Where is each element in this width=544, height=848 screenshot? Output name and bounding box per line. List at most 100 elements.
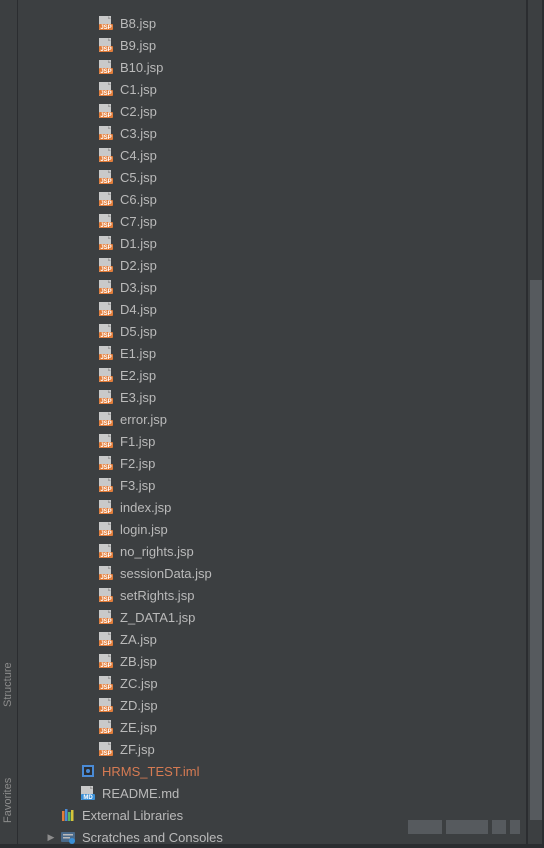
tree-item[interactable]: HRMS_TEST.iml [18,760,526,782]
tree-item[interactable]: JSP index.jsp [18,496,526,518]
tree-item-label: ZC.jsp [120,676,158,691]
jsp-file-icon: JSP [98,191,114,207]
svg-text:JSP: JSP [100,575,111,581]
svg-text:JSP: JSP [100,619,111,625]
jsp-file-icon: JSP [98,147,114,163]
jsp-file-icon: JSP [98,367,114,383]
tree-item[interactable]: JSPD2.jsp [18,254,526,276]
status-seg [492,820,506,834]
tool-tab-structure[interactable]: Structure [0,640,18,730]
svg-text:JSP: JSP [100,531,111,537]
svg-text:JSP: JSP [100,751,111,757]
tree-item[interactable]: JSP setRights.jsp [18,584,526,606]
jsp-file-icon: JSP [98,37,114,53]
tree-item-label: ZB.jsp [120,654,157,669]
svg-text:JSP: JSP [100,597,111,603]
tree-item[interactable]: JSP ZB.jsp [18,650,526,672]
project-tree[interactable]: JSPB8.jspJSPB9.jspJSPB10.jspJSPC1.jspJSP… [18,0,526,844]
tool-tab-favorites[interactable]: Favorites [0,760,18,840]
svg-text:JSP: JSP [100,135,111,141]
tree-item[interactable]: JSPlogin.jsp [18,518,526,540]
tree-item[interactable]: JSPB10.jsp [18,56,526,78]
tree-item[interactable]: JSPC2.jsp [18,100,526,122]
jsp-file-icon: JSP [98,741,114,757]
tree-item[interactable]: JSPZ_DATA1.jsp [18,606,526,628]
svg-text:JSP: JSP [100,641,111,647]
svg-text:JSP: JSP [100,663,111,669]
md-file-icon: MD [80,785,96,801]
tree-item[interactable]: JSPC3.jsp [18,122,526,144]
svg-text:JSP: JSP [100,91,111,97]
svg-text:JSP: JSP [100,377,111,383]
svg-text:JSP: JSP [100,113,111,119]
structure-label: Structure [2,663,14,708]
tree-item[interactable]: JSP D1.jsp [18,232,526,254]
tree-item-label: D1.jsp [120,236,157,251]
jsp-file-icon: JSP [98,565,114,581]
jsp-file-icon: JSP [98,279,114,295]
tree-item-label: index.jsp [120,500,171,515]
tree-item[interactable]: JSPC5.jsp [18,166,526,188]
tree-item[interactable]: JSPZC.jsp [18,672,526,694]
tree-item[interactable]: JSPD3.jsp [18,276,526,298]
tree-item[interactable]: JSP E1.jsp [18,342,526,364]
tree-item[interactable]: JSP ZF.jsp [18,738,526,760]
tree-item[interactable]: JSP B9.jsp [18,34,526,56]
tree-item[interactable]: JSPZE.jsp [18,716,526,738]
svg-text:JSP: JSP [100,509,111,515]
tree-item[interactable]: JSP C4.jsp [18,144,526,166]
tree-item-label: no_rights.jsp [120,544,194,559]
tree-item[interactable]: JSPZD.jsp [18,694,526,716]
tree-item[interactable]: JSP ZA.jsp [18,628,526,650]
tree-item[interactable]: JSPE2.jsp [18,364,526,386]
tree-item[interactable]: JSP sessionData.jsp [18,562,526,584]
tree-item[interactable]: JSPF1.jsp [18,430,526,452]
tree-item-label: ZA.jsp [120,632,157,647]
scratch-file-icon [60,829,76,845]
svg-text:JSP: JSP [100,707,111,713]
svg-text:JSP: JSP [100,465,111,471]
tree-item[interactable]: JSP D5.jsp [18,320,526,342]
svg-text:JSP: JSP [100,421,111,427]
jsp-file-icon: JSP [98,81,114,97]
tree-item[interactable]: JSPD4.jsp [18,298,526,320]
jsp-file-icon: JSP [98,15,114,31]
tree-item[interactable]: JSPF3.jsp [18,474,526,496]
scrollbar-thumb[interactable] [530,280,542,820]
svg-text:JSP: JSP [100,157,111,163]
tree-item-label: B9.jsp [120,38,156,53]
tree-item[interactable]: JSP C1.jsp [18,78,526,100]
jsp-file-icon: JSP [98,323,114,339]
tree-item-label: setRights.jsp [120,588,194,603]
jsp-file-icon: JSP [98,587,114,603]
tree-item[interactable]: JSPno_rights.jsp [18,540,526,562]
tree-item[interactable]: JSPC7.jsp [18,210,526,232]
status-seg [446,820,488,834]
jsp-file-icon: JSP [98,169,114,185]
tree-item[interactable]: JSPC6.jsp [18,188,526,210]
tree-item[interactable]: JSPerror.jsp [18,408,526,430]
jsp-file-icon: JSP [98,389,114,405]
jsp-file-icon: JSP [98,499,114,515]
tree-item-label: D4.jsp [120,302,157,317]
tree-item-label: C1.jsp [120,82,157,97]
tree-item[interactable]: MDREADME.md [18,782,526,804]
tree-item[interactable]: JSPF2.jsp [18,452,526,474]
jsp-file-icon: JSP [98,235,114,251]
tree-item[interactable]: JSPE3.jsp [18,386,526,408]
svg-text:JSP: JSP [100,355,111,361]
tree-item-label: D5.jsp [120,324,157,339]
expand-arrow-icon[interactable]: ▶ [44,830,58,844]
tree-item-label: ZF.jsp [120,742,155,757]
vertical-scrollbar[interactable] [528,0,542,844]
tree-item[interactable]: JSPB8.jsp [18,12,526,34]
tree-item-label: HRMS_TEST.iml [102,764,200,779]
expand-arrow-icon[interactable] [44,808,58,822]
jsp-file-icon: JSP [98,477,114,493]
status-seg [408,820,442,834]
tree-item-label: sessionData.jsp [120,566,212,581]
tree-item-label: E1.jsp [120,346,156,361]
tree-item-label: C4.jsp [120,148,157,163]
jsp-file-icon: JSP [98,609,114,625]
jsp-file-icon: JSP [98,213,114,229]
